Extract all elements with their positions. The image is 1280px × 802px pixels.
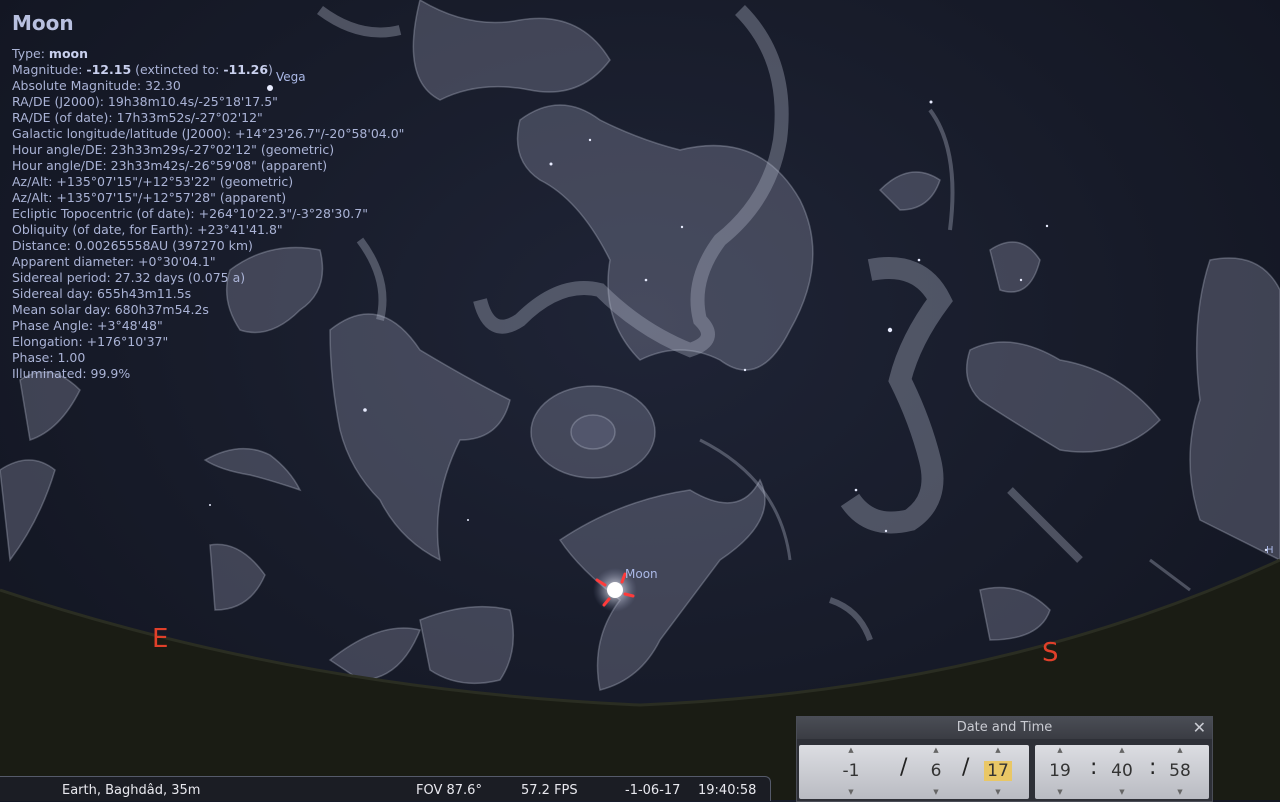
date-text[interactable]: -1-06-17 [625, 783, 680, 798]
lupus-art [965, 341, 1162, 453]
info-absolute-magnitude: Absolute Magnitude: 32.30 [12, 78, 181, 93]
year-value[interactable]: -1 [829, 755, 873, 787]
info-magnitude: Magnitude: -12.15 (extincted to: -11.26) [12, 62, 273, 77]
info-sidereal-period: Sidereal period: 27.32 days (0.075 a) [12, 270, 246, 285]
date-time-dialog: Date and Time ✕ ▲ -1 ▼ / ▲ 6 ▼ / ▲ 17 ▼ … [796, 716, 1213, 802]
capricornus-art [419, 605, 515, 685]
info-elongation: Elongation: +176°10'37" [12, 334, 169, 349]
info-distance: Distance: 0.00265558AU (397270 km) [12, 238, 253, 253]
cardinal-south: S [1042, 638, 1059, 668]
info-phase-angle: Phase Angle: +3°48'48" [12, 318, 163, 333]
info-azalt-apparent: Az/Alt: +135°07'15"/+12°57'28" (apparent… [12, 190, 287, 205]
time-group: ▲ 19 ▼ : ▲ 40 ▼ : ▲ 58 ▼ [1035, 745, 1209, 799]
dialog-header[interactable]: Date and Time ✕ [797, 717, 1212, 739]
dialog-title: Date and Time [956, 720, 1053, 735]
aquarius-art [19, 371, 81, 441]
hour-down-arrow[interactable]: ▼ [1043, 787, 1077, 797]
time-separator: : [1090, 755, 1098, 780]
cardinal-east: E [152, 624, 169, 654]
day-down-arrow[interactable]: ▼ [981, 787, 1015, 797]
year-spinner[interactable]: ▲ -1 ▼ [829, 745, 873, 799]
hour-value[interactable]: 19 [1043, 755, 1077, 787]
object-name: Moon [12, 11, 74, 35]
year-down-arrow[interactable]: ▼ [829, 787, 873, 797]
info-galactic: Galactic longitude/latitude (J2000): +14… [12, 126, 405, 141]
moon-label[interactable]: Moon [625, 567, 658, 581]
info-apparent-diameter: Apparent diameter: +0°30'04.1" [12, 254, 216, 269]
ophiuchus-art [516, 104, 814, 371]
hour-spinner[interactable]: ▲ 19 ▼ [1043, 745, 1077, 799]
minute-value[interactable]: 40 [1105, 755, 1139, 787]
minute-up-arrow[interactable]: ▲ [1105, 745, 1139, 755]
month-spinner[interactable]: ▲ 6 ▼ [921, 745, 951, 799]
month-up-arrow[interactable]: ▲ [921, 745, 951, 755]
day-spinner[interactable]: ▲ 17 ▼ [981, 745, 1015, 799]
hercules-art [412, 0, 611, 101]
edge-star-label: H [1266, 545, 1274, 556]
second-up-arrow[interactable]: ▲ [1163, 745, 1197, 755]
minute-spinner[interactable]: ▲ 40 ▼ [1105, 745, 1139, 799]
location-text[interactable]: Earth, Baghdâd, 35m [62, 783, 200, 798]
info-obliquity: Obliquity (of date, for Earth): +23°41'4… [12, 222, 283, 237]
scorpius-art [840, 257, 953, 534]
info-azalt-geometric: Az/Alt: +135°07'15"/+12°53'22" (geometri… [12, 174, 294, 189]
moon-disc [607, 582, 623, 598]
second-spinner[interactable]: ▲ 58 ▼ [1163, 745, 1197, 799]
month-value[interactable]: 6 [921, 755, 951, 787]
info-type: Type: moon [12, 46, 89, 61]
close-icon[interactable]: ✕ [1193, 717, 1206, 739]
day-up-arrow[interactable]: ▲ [981, 745, 1015, 755]
piscis-austrinus-art [209, 543, 266, 611]
object-info-panel: Moon Type: moon Magnitude: -12.15 (extin… [12, 10, 404, 382]
info-mean-solar-day: Mean solar day: 680h37m54.2s [12, 302, 209, 317]
info-illuminated: Illuminated: 99.9% [12, 366, 131, 381]
info-sidereal-day: Sidereal day: 655h43m11.5s [12, 286, 192, 301]
date-separator: / [900, 755, 908, 780]
ara-art [979, 586, 1051, 641]
centaurus-art [1189, 257, 1280, 561]
time-text[interactable]: 19:40:58 [698, 783, 756, 798]
month-down-arrow[interactable]: ▼ [921, 787, 951, 797]
fov-text: FOV 87.6° [416, 783, 482, 798]
date-group: ▲ -1 ▼ / ▲ 6 ▼ / ▲ 17 ▼ [799, 745, 1029, 799]
info-hour-angle-apparent: Hour angle/DE: 23h33m42s/-26°59'08" (app… [12, 158, 328, 173]
info-hour-angle-geometric: Hour angle/DE: 23h33m29s/-27°02'12" (geo… [12, 142, 335, 157]
delphinus-art [203, 447, 302, 492]
info-radec-j2000: RA/DE (J2000): 19h38m10.4s/-25°18'17.5" [12, 94, 278, 109]
sagittarius-art [558, 478, 766, 691]
bottom-status-bar: Earth, Baghdâd, 35m FOV 87.6° 57.2 FPS -… [0, 776, 771, 801]
time-separator: : [1149, 755, 1157, 780]
minute-down-arrow[interactable]: ▼ [1105, 787, 1139, 797]
second-down-arrow[interactable]: ▼ [1163, 787, 1197, 797]
year-up-arrow[interactable]: ▲ [829, 745, 873, 755]
info-radec-date: RA/DE (of date): 17h33m52s/-27°02'12" [12, 110, 263, 125]
second-value[interactable]: 58 [1163, 755, 1197, 787]
info-ecliptic: Ecliptic Topocentric (of date): +264°10'… [12, 206, 368, 221]
fps-text: 57.2 FPS [521, 783, 578, 798]
date-separator: / [962, 755, 970, 780]
libra-art [878, 171, 941, 211]
info-phase: Phase: 1.00 [12, 350, 86, 365]
hour-up-arrow[interactable]: ▲ [1043, 745, 1077, 755]
day-value[interactable]: 17 [984, 761, 1012, 781]
